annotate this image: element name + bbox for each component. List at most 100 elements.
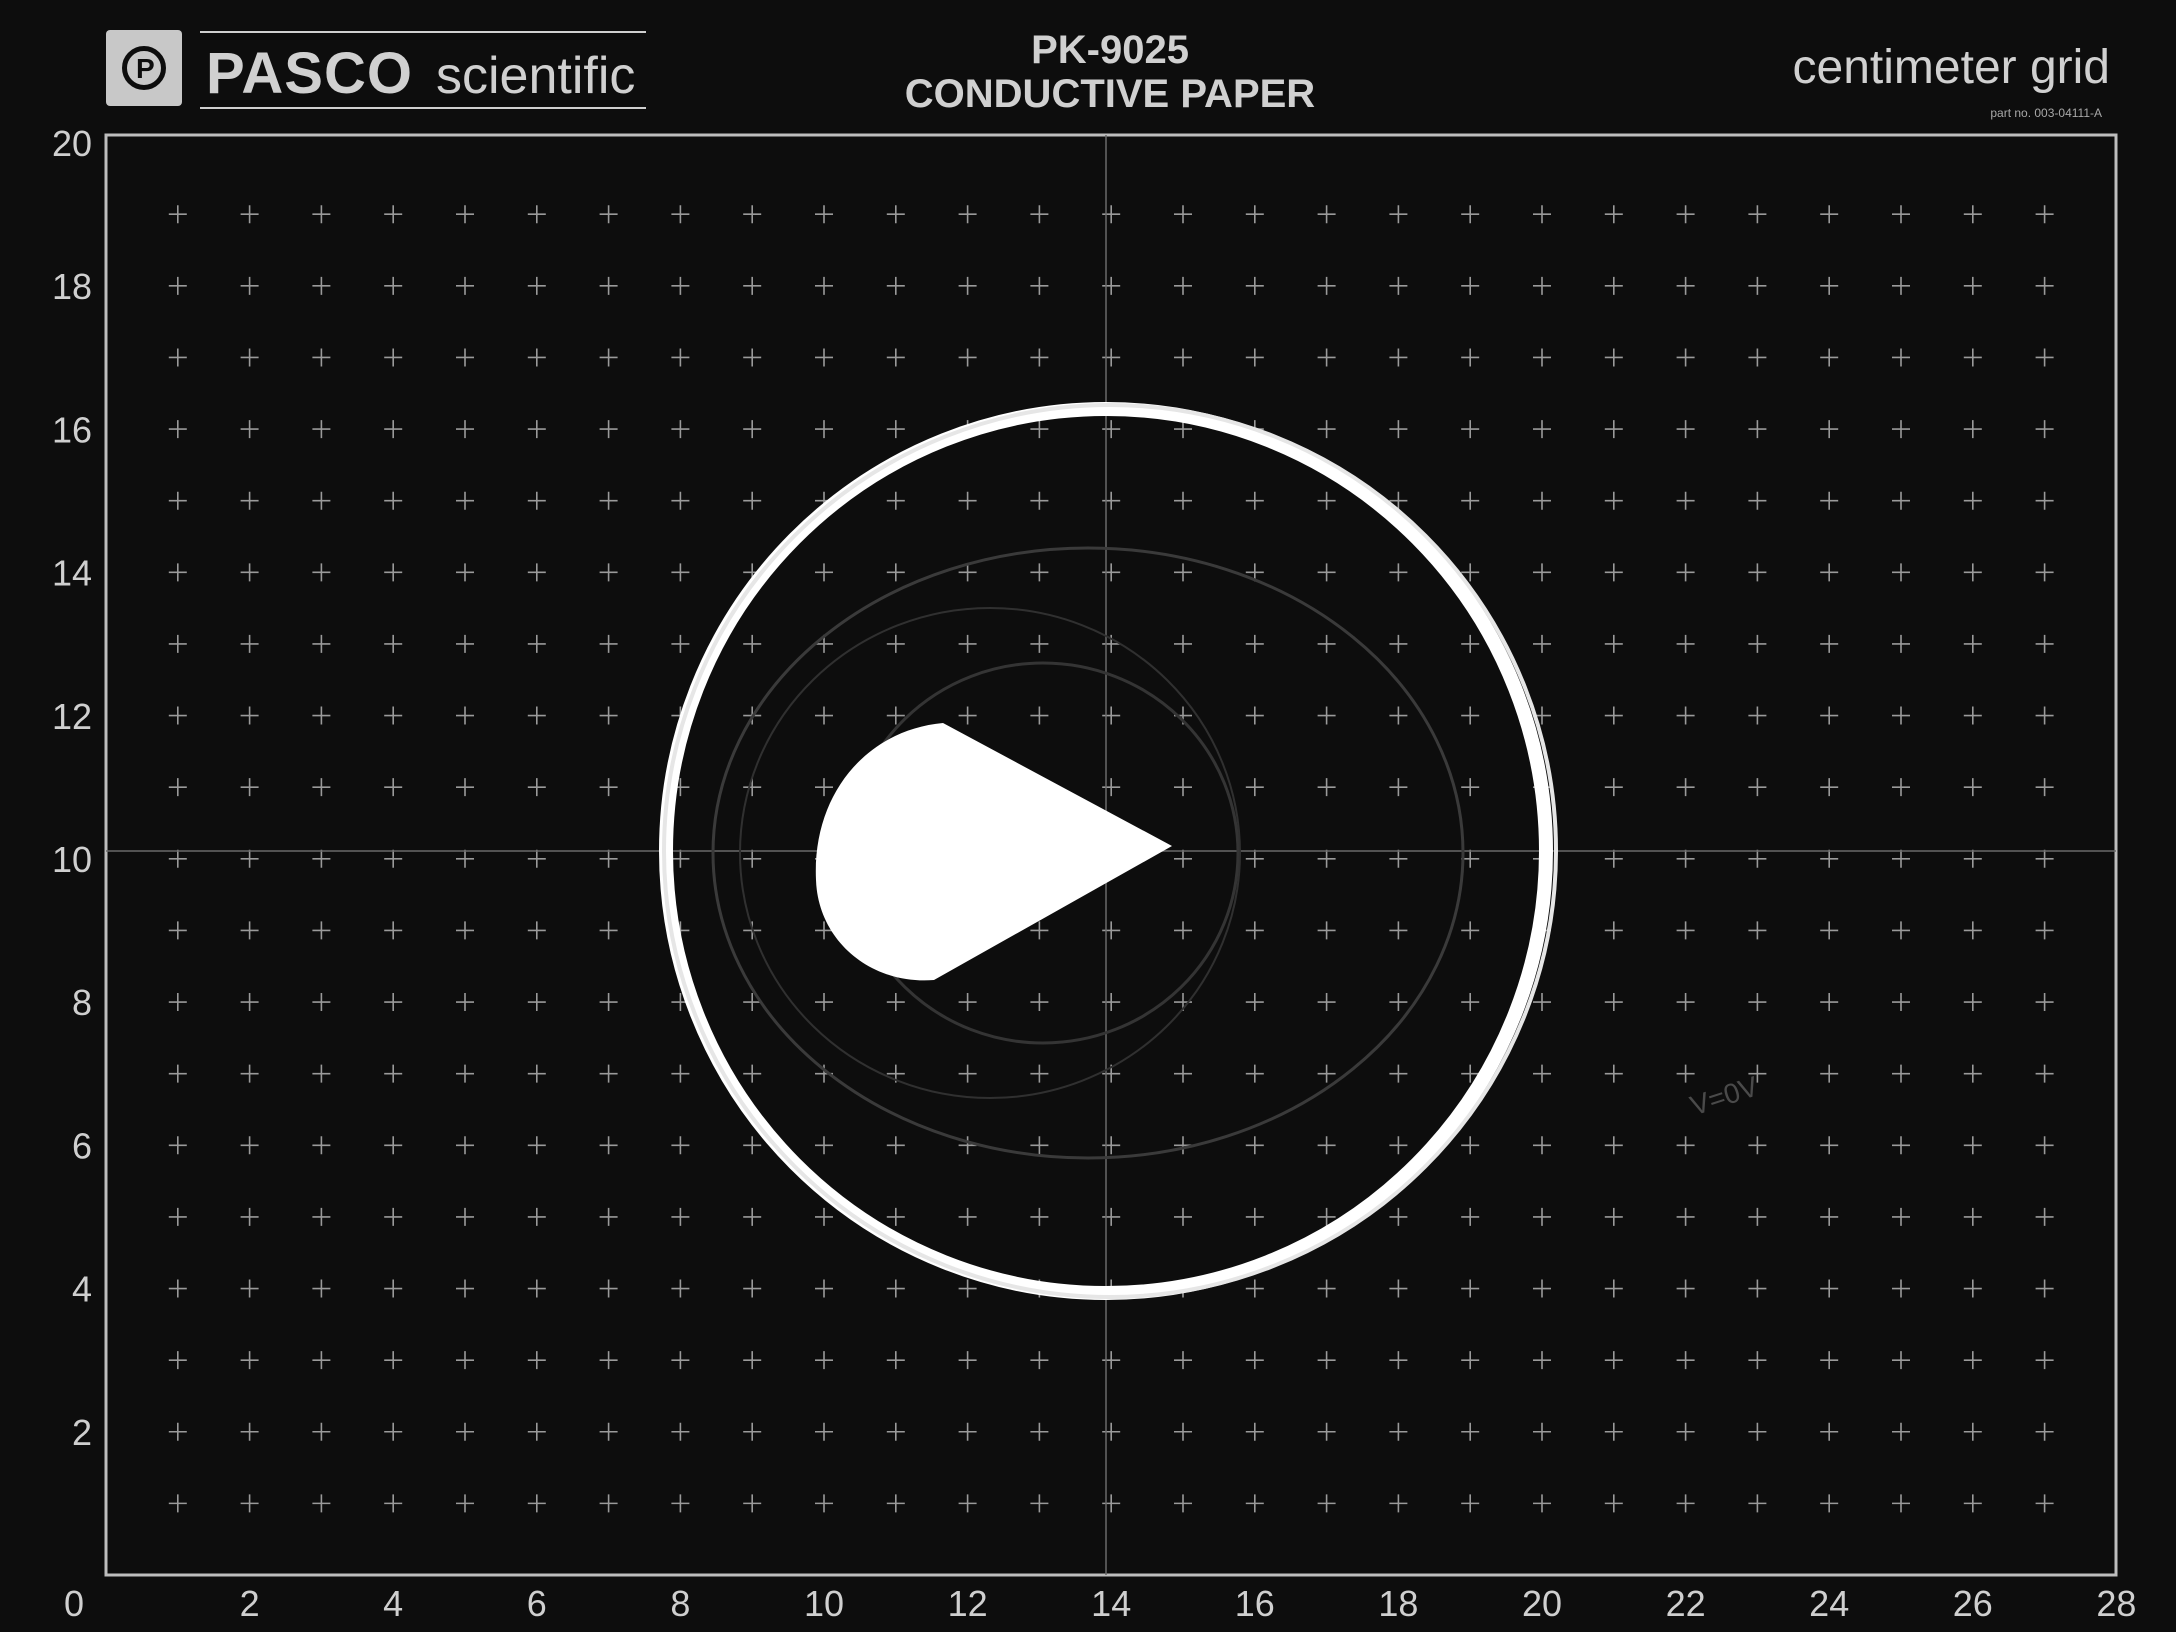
grid-cross xyxy=(240,849,259,868)
grid-cross xyxy=(599,348,618,367)
grid-cross xyxy=(1963,634,1982,653)
grid-cross xyxy=(168,778,187,797)
grid-cross xyxy=(1604,563,1623,582)
grid-cross xyxy=(240,921,259,940)
grid-cross xyxy=(1892,1064,1910,1083)
grid-cross xyxy=(1533,420,1551,439)
grid-cross xyxy=(384,1279,403,1298)
grid-cross xyxy=(1820,1064,1839,1083)
grid-cross xyxy=(1604,778,1623,797)
grid-cross xyxy=(1748,849,1767,868)
grid-cross xyxy=(1963,778,1982,797)
grid-cross xyxy=(815,1494,833,1513)
grid-cross xyxy=(1676,706,1695,725)
grid-cross xyxy=(527,1494,546,1513)
grid-cross xyxy=(384,205,403,224)
grid-cross xyxy=(1389,921,1408,940)
grid-cross xyxy=(1174,491,1192,510)
grid-cross xyxy=(1030,1351,1049,1370)
grid-cross xyxy=(1820,563,1839,582)
grid-cross xyxy=(743,849,762,868)
grid-cross xyxy=(743,1064,762,1083)
grid-cross xyxy=(1963,993,1982,1012)
grid-cross xyxy=(1892,921,1910,940)
grid-cross xyxy=(240,778,259,797)
grid-cross xyxy=(1317,205,1336,224)
grid-cross xyxy=(168,491,187,510)
grid-cross xyxy=(1461,634,1480,653)
grid-cross xyxy=(1820,921,1839,940)
grid-cross xyxy=(1533,1422,1551,1441)
grid-cross xyxy=(1174,1351,1192,1370)
grid-cross xyxy=(958,1494,977,1513)
grid-cross xyxy=(1676,276,1695,295)
grid-cross xyxy=(599,921,618,940)
grid-cross xyxy=(1102,420,1121,439)
grid-cross xyxy=(2035,1351,2054,1370)
grid-cross xyxy=(1820,1422,1839,1441)
x-tick-label: 28 xyxy=(2096,1583,2136,1624)
grid-cross xyxy=(1245,1351,1264,1370)
x-tick-label: 2 xyxy=(240,1583,260,1624)
grid-cross xyxy=(1389,1207,1408,1226)
grid-cross xyxy=(2035,921,2054,940)
grid-cross xyxy=(1604,491,1623,510)
grid-cross xyxy=(1676,420,1695,439)
grid-cross xyxy=(1533,993,1551,1012)
y-tick-label: 10 xyxy=(52,839,92,880)
grid-cross xyxy=(2035,1422,2054,1441)
grid-cross xyxy=(1389,1351,1408,1370)
grid-cross xyxy=(743,634,762,653)
grid-cross xyxy=(1030,634,1049,653)
grid-cross xyxy=(1820,778,1839,797)
grid-cross xyxy=(958,706,977,725)
grid-cross xyxy=(1892,1494,1910,1513)
grid-cross xyxy=(1389,1279,1408,1298)
grid-cross xyxy=(1533,1207,1551,1226)
y-axis-labels: 2 4 6 8 10 12 14 16 18 20 xyxy=(52,123,92,1453)
grid-cross xyxy=(527,276,546,295)
grid-cross xyxy=(527,1064,546,1083)
grid-cross xyxy=(1317,993,1336,1012)
grid-cross xyxy=(240,993,259,1012)
grid-cross xyxy=(958,1064,977,1083)
grid-cross xyxy=(240,348,259,367)
grid-cross xyxy=(2035,491,2054,510)
grid-cross xyxy=(1389,1494,1408,1513)
x-tick-label: 18 xyxy=(1378,1583,1418,1624)
grid-cross xyxy=(743,276,762,295)
grid-cross xyxy=(312,634,331,653)
grid-cross xyxy=(1604,993,1623,1012)
grid-cross xyxy=(743,1136,762,1155)
grid-cross xyxy=(1604,1207,1623,1226)
grid-cross xyxy=(958,1207,977,1226)
grid-cross xyxy=(384,420,403,439)
grid-cross xyxy=(1820,1494,1839,1513)
grid-cross xyxy=(168,276,187,295)
grid-cross xyxy=(240,706,259,725)
grid-cross xyxy=(886,993,905,1012)
grid-cross xyxy=(312,1279,331,1298)
grid-cross xyxy=(1461,1136,1480,1155)
grid-cross xyxy=(527,348,546,367)
x-tick-label: 14 xyxy=(1091,1583,1131,1624)
grid-cross xyxy=(1102,993,1121,1012)
grid-cross xyxy=(1604,276,1623,295)
grid-cross xyxy=(240,1494,259,1513)
grid-cross xyxy=(958,993,977,1012)
grid-cross xyxy=(2035,849,2054,868)
grid-cross xyxy=(312,1351,331,1370)
grid-cross xyxy=(1604,1279,1623,1298)
grid-cross xyxy=(1317,1064,1336,1083)
grid-cross xyxy=(527,706,546,725)
x-tick-label: 26 xyxy=(1953,1583,1993,1624)
grid-cross xyxy=(958,205,977,224)
grid-cross xyxy=(1963,348,1982,367)
grid-cross xyxy=(456,706,474,725)
grid-cross xyxy=(527,205,546,224)
grid-cross xyxy=(599,849,618,868)
grid-cross xyxy=(1533,205,1551,224)
grid-cross xyxy=(1892,1351,1910,1370)
grid-cross xyxy=(1102,276,1121,295)
grid-cross xyxy=(456,420,474,439)
